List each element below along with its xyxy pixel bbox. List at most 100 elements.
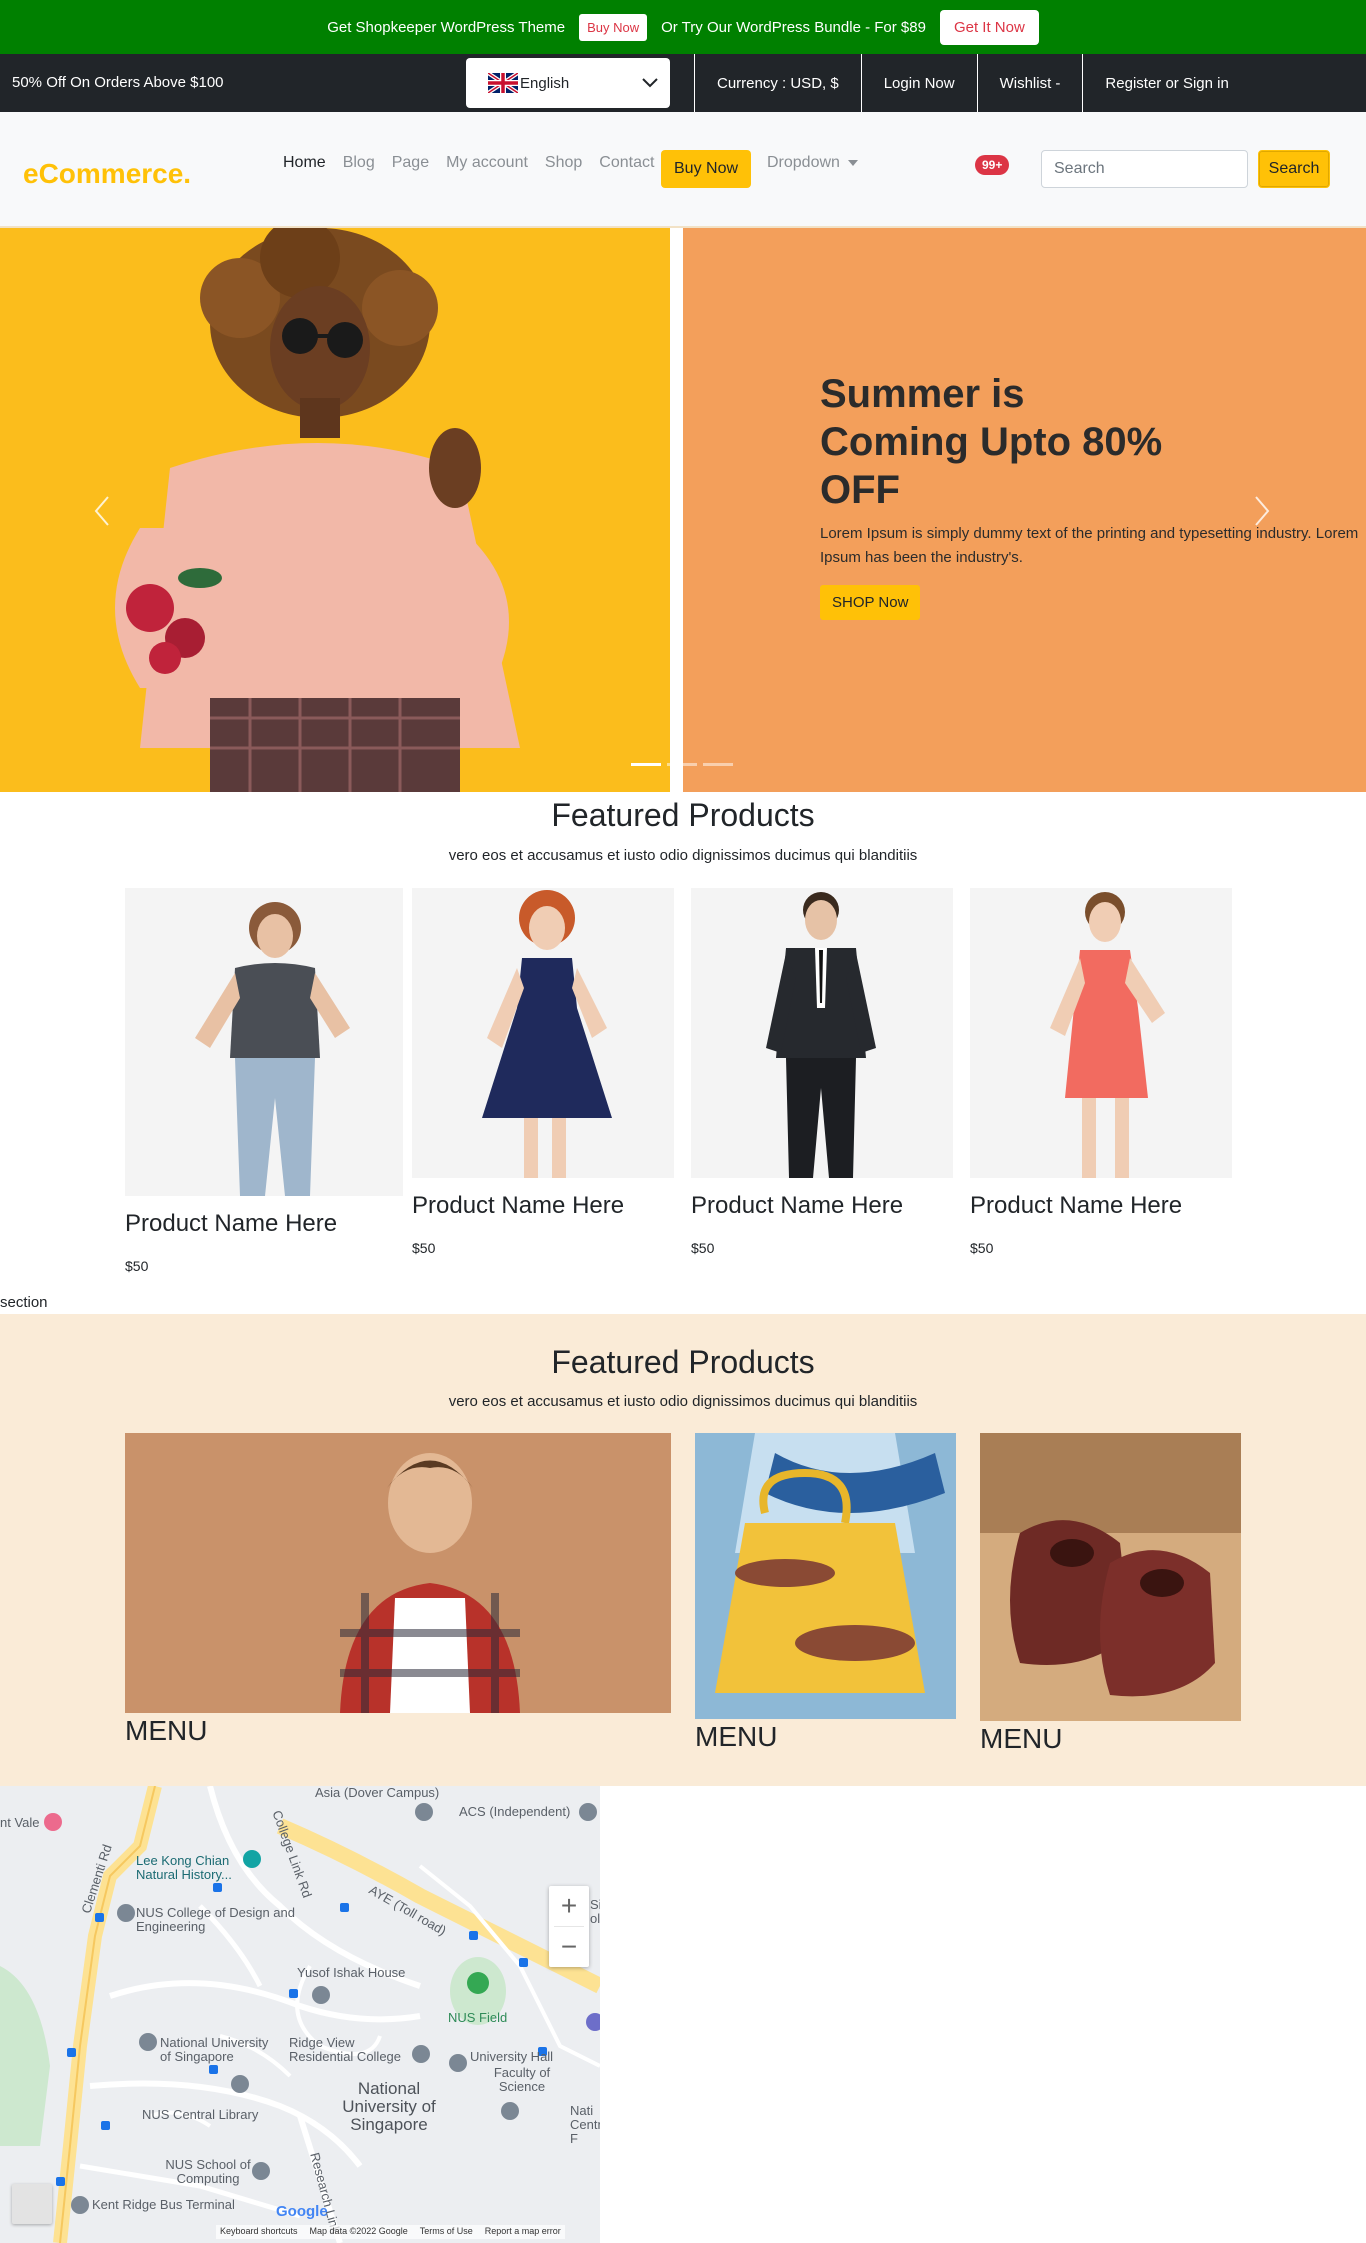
map-label: Yusof Ishak House xyxy=(297,1965,406,1980)
map-label: Nati Centre F xyxy=(570,2103,600,2146)
promo-bar: Get Shopkeeper WordPress Theme Buy Now O… xyxy=(0,0,1366,54)
product-price: $50 xyxy=(691,1240,715,1256)
terms-link[interactable]: Terms of Use xyxy=(420,2226,473,2238)
map-label: Lee Kong Chian Natural History... xyxy=(136,1853,232,1882)
carousel-indicator[interactable] xyxy=(667,763,697,766)
category-image[interactable] xyxy=(980,1433,1241,1721)
product-name[interactable]: Product Name Here xyxy=(412,1192,674,1220)
get-it-now-button[interactable]: Get It Now xyxy=(939,9,1039,45)
map-label: NUS Field xyxy=(448,2010,508,2025)
product-card[interactable]: Product Name Here $50 xyxy=(125,888,403,1274)
nav-home[interactable]: Home xyxy=(283,154,326,172)
category-card[interactable]: MENU xyxy=(695,1433,956,1753)
section-label: section xyxy=(0,1294,48,1311)
nav-dropdown[interactable]: Dropdown xyxy=(767,154,858,172)
map-zoom-control: + − xyxy=(549,1886,589,1967)
top-links: Currency : USD, $ Login Now Wishlist - R… xyxy=(694,54,1251,112)
carousel-indicator[interactable] xyxy=(703,763,733,766)
google-map[interactable]: nt Vale Asia (Dover Campus) ACS (Indepen… xyxy=(0,1786,600,2243)
product-name[interactable]: Product Name Here xyxy=(691,1192,953,1220)
map-label: Si ol xyxy=(590,1897,600,1926)
map-data-text: Map data ©2022 Google xyxy=(309,2226,408,2236)
featured-subtitle: vero eos et accusamus et iusto odio dign… xyxy=(448,847,918,864)
shop-now-button[interactable]: SHOP Now xyxy=(820,585,921,620)
product-name[interactable]: Product Name Here xyxy=(970,1192,1232,1220)
product-image[interactable] xyxy=(125,888,403,1196)
map-label: NUS Central Library xyxy=(142,2107,259,2122)
buy-now-button[interactable]: Buy Now xyxy=(661,150,752,188)
featured-title-2: Featured Products xyxy=(551,1344,815,1380)
map-label: nt Vale xyxy=(0,1815,40,1830)
zoom-out-icon[interactable]: − xyxy=(549,1927,589,1967)
map-label: National University of Singapore xyxy=(342,2079,436,2134)
nav-page[interactable]: Page xyxy=(392,154,429,172)
report-error-link[interactable]: Report a map error xyxy=(485,2226,561,2238)
map-label: NUS School of Computing xyxy=(165,2157,251,2186)
brand-logo[interactable]: eCommerce. xyxy=(23,158,191,190)
promo-text-1: Get Shopkeeper WordPress Theme xyxy=(327,18,566,36)
street-view-icon[interactable] xyxy=(12,2184,52,2224)
wishlist-link[interactable]: Wishlist - xyxy=(976,54,1083,112)
product-card[interactable]: Product Name Here $50 xyxy=(970,888,1232,1256)
currency-link[interactable]: Currency : USD, $ xyxy=(694,54,861,112)
promo-text-2: Or Try Our WordPress Bundle - For $89 xyxy=(661,18,926,36)
caret-down-icon xyxy=(847,159,858,166)
carousel-next-icon[interactable] xyxy=(1252,494,1272,528)
category-label[interactable]: MENU xyxy=(695,1721,956,1753)
product-card[interactable]: Product Name Here $50 xyxy=(412,888,674,1256)
hero-title: Summer is Coming Upto 80% OFF xyxy=(820,372,1163,512)
featured-subtitle-2: vero eos et accusamus et iusto odio dign… xyxy=(448,1393,918,1410)
dropdown-label: Dropdown xyxy=(767,154,840,171)
navbar: eCommerce. Home Blog Page My account Sho… xyxy=(0,112,1366,228)
category-card[interactable]: MENU xyxy=(980,1433,1241,1755)
google-logo: Google xyxy=(276,2203,328,2220)
nav-blog[interactable]: Blog xyxy=(343,154,375,172)
login-link[interactable]: Login Now xyxy=(860,54,977,112)
featured-categories-section: Featured Products vero eos et accusamus … xyxy=(0,1314,1366,1786)
map-footer: Keyboard shortcuts Map data ©2022 Google… xyxy=(216,2225,565,2239)
language-label: English xyxy=(520,74,570,92)
search-input[interactable] xyxy=(1041,150,1248,188)
product-price: $50 xyxy=(970,1240,994,1256)
carousel-prev-icon[interactable] xyxy=(92,494,112,528)
carousel-indicator[interactable] xyxy=(631,763,661,766)
map-label: Faculty of Science xyxy=(493,2065,551,2094)
nav-shop[interactable]: Shop xyxy=(545,154,582,172)
chevron-down-icon xyxy=(642,78,658,88)
product-card[interactable]: Product Name Here $50 xyxy=(691,888,953,1256)
keyboard-shortcuts-link[interactable]: Keyboard shortcuts xyxy=(220,2226,298,2238)
product-price: $50 xyxy=(125,1258,149,1274)
offer-text: 50% Off On Orders Above $100 xyxy=(12,74,224,91)
map-label: NUS College of Design and Engineering xyxy=(136,1905,295,1934)
map-label: Kent Ridge Bus Terminal xyxy=(92,2197,235,2212)
map-label: National University of Singapore xyxy=(160,2035,269,2064)
language-select[interactable]: English xyxy=(466,58,670,108)
hero-description: Lorem Ipsum is simply dummy text of the … xyxy=(820,525,1359,566)
zoom-in-icon[interactable]: + xyxy=(549,1886,589,1926)
carousel-indicators xyxy=(631,763,733,766)
product-image[interactable] xyxy=(412,888,674,1178)
nav-contact[interactable]: Contact xyxy=(599,154,654,172)
category-card[interactable]: MENU xyxy=(125,1433,671,1747)
hero-carousel: Summer is Coming Upto 80% OFF Lorem Ipsu… xyxy=(0,228,1366,792)
product-price: $50 xyxy=(412,1240,436,1256)
product-image[interactable] xyxy=(970,888,1232,1178)
map-label: University Hall xyxy=(470,2049,554,2064)
map-label: Ridge View Residential College xyxy=(289,2035,402,2064)
category-image[interactable] xyxy=(695,1433,956,1719)
featured-title: Featured Products xyxy=(551,797,815,833)
category-label[interactable]: MENU xyxy=(980,1723,1241,1755)
category-image[interactable] xyxy=(125,1433,671,1713)
map-label: Asia (Dover Campus) xyxy=(315,1786,440,1800)
notification-badge[interactable]: 99+ xyxy=(975,155,1010,175)
nav-my-account[interactable]: My account xyxy=(446,154,528,172)
product-image[interactable] xyxy=(691,888,953,1178)
product-name[interactable]: Product Name Here xyxy=(125,1210,403,1238)
register-link[interactable]: Register or Sign in xyxy=(1082,54,1250,112)
top-bar: 50% Off On Orders Above $100 English Cur… xyxy=(0,54,1366,112)
search-button[interactable]: Search xyxy=(1258,150,1330,188)
nav-links: Home Blog Page My account Shop Contact xyxy=(283,154,654,172)
map-label: ACS (Independent) xyxy=(459,1804,571,1819)
promo-buy-now-button[interactable]: Buy Now xyxy=(579,13,648,41)
category-label[interactable]: MENU xyxy=(125,1715,671,1747)
